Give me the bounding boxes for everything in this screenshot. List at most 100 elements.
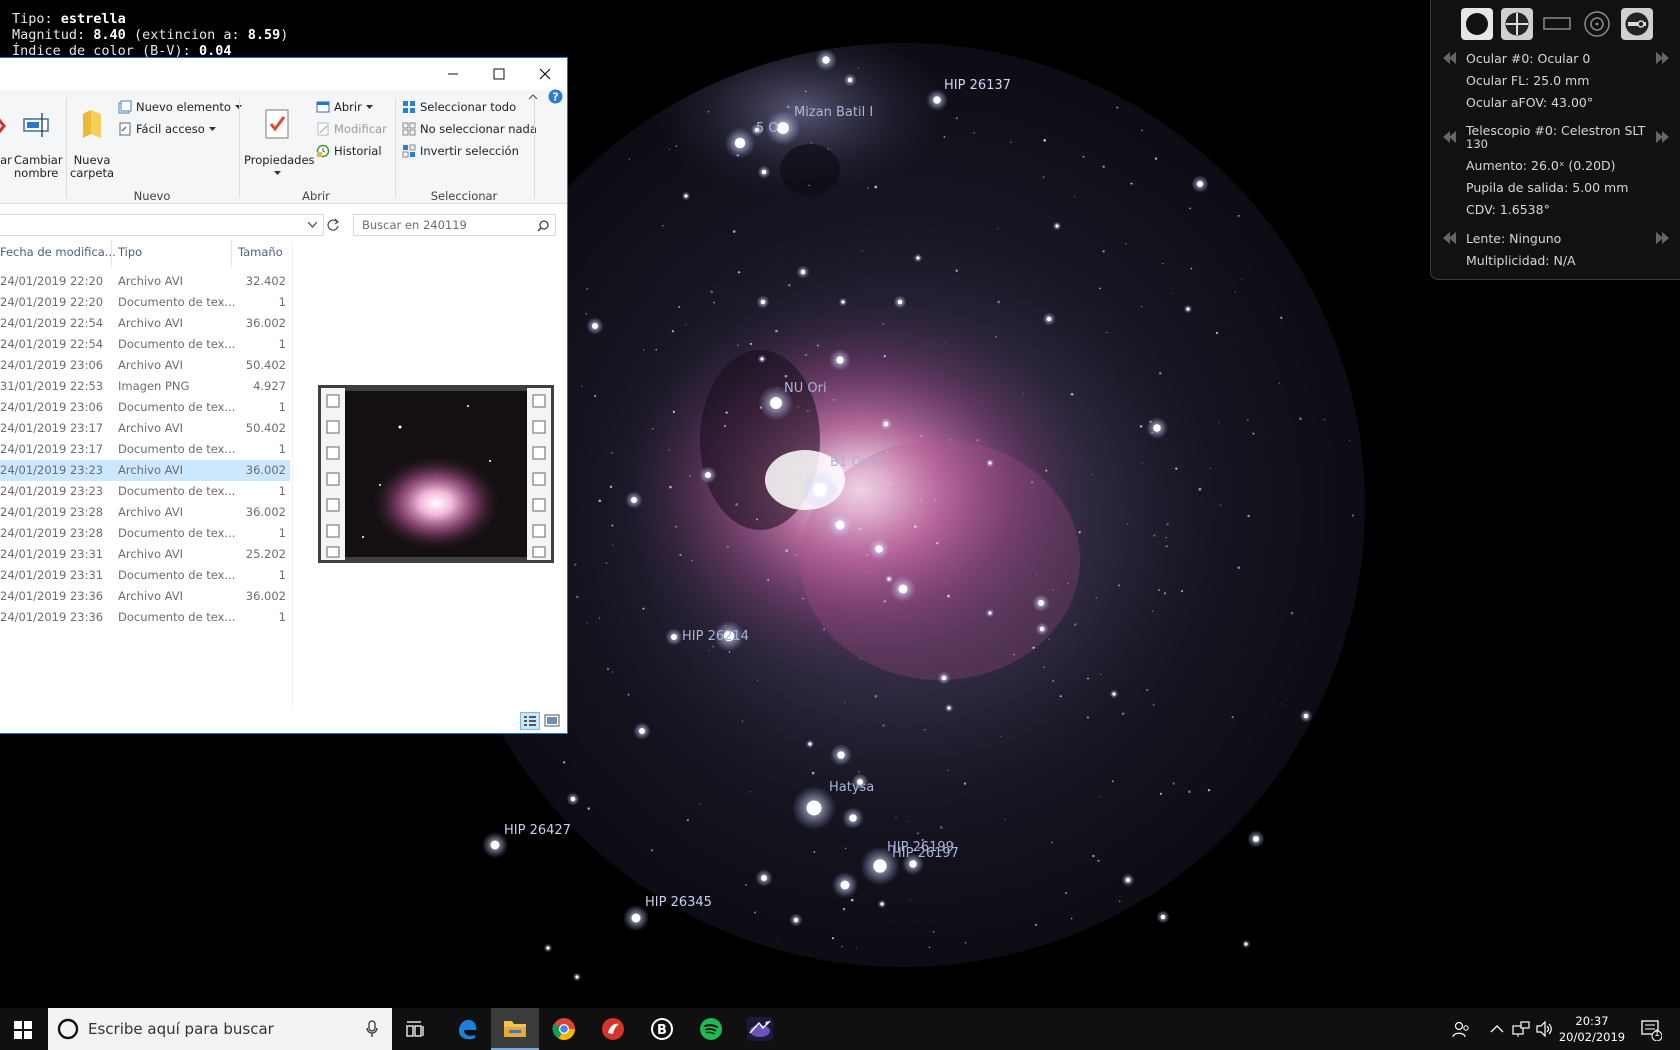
- network-icon[interactable]: [1512, 1020, 1530, 1038]
- search-input[interactable]: Buscar en 240119: [353, 214, 556, 236]
- properties-dropdown-icon[interactable]: [274, 171, 281, 176]
- select-all-button[interactable]: Seleccionar todo: [402, 100, 516, 114]
- prev-lens-icon[interactable]: [1443, 231, 1457, 245]
- easy-access-button[interactable]: Fácil acceso: [118, 122, 216, 136]
- maximize-button[interactable]: [476, 58, 522, 90]
- open-button[interactable]: Abrir: [316, 100, 373, 114]
- history-button[interactable]: Historial: [316, 144, 382, 158]
- file-size: 36.002: [245, 463, 286, 477]
- rename-button[interactable]: Cambiar nombre: [14, 154, 63, 180]
- file-type: Archivo AVI: [118, 463, 184, 477]
- column-date[interactable]: Fecha de modifica...: [0, 245, 116, 259]
- star-label-5-ori[interactable]: 5 O: [756, 121, 779, 136]
- taskbar-app-b[interactable]: B: [638, 1008, 686, 1050]
- file-row[interactable]: 24/01/2019 23:06 Documento de tex... 1: [0, 397, 290, 418]
- file-row[interactable]: 24/01/2019 23:23 Archivo AVI 36.002: [0, 460, 290, 481]
- window-titlebar[interactable]: [0, 58, 567, 90]
- file-date: 24/01/2019 23:06: [0, 400, 104, 414]
- search-icon[interactable]: [537, 220, 549, 232]
- collapse-ribbon-icon[interactable]: [527, 91, 539, 103]
- file-list[interactable]: Fecha de modifica... Tipo Tamaño 24/01/2…: [0, 241, 293, 733]
- telrad-button[interactable]: [1581, 8, 1613, 40]
- ribbon: ? ar Cambiar nombre Nueva carpeta Nuevo …: [0, 89, 567, 204]
- edit-label: Modificar: [334, 122, 387, 136]
- new-item-button[interactable]: Nuevo elemento: [118, 100, 242, 114]
- file-row[interactable]: 24/01/2019 23:28 Archivo AVI 36.002: [0, 502, 290, 523]
- column-type[interactable]: Tipo: [118, 245, 142, 259]
- sensor-frame-button[interactable]: [1541, 8, 1573, 40]
- taskbar-edge[interactable]: [443, 1008, 491, 1050]
- volume-icon[interactable]: [1535, 1020, 1553, 1038]
- help-icon[interactable]: ?: [548, 89, 563, 104]
- file-row[interactable]: 24/01/2019 23:23 Documento de tex... 1: [0, 481, 290, 502]
- next-lens-icon[interactable]: [1655, 231, 1669, 245]
- new-folder-icon[interactable]: [79, 108, 105, 140]
- show-hidden-icons-icon[interactable]: [1490, 1024, 1504, 1034]
- prev-ocular-icon[interactable]: [1443, 51, 1457, 65]
- task-view-button[interactable]: [392, 1008, 440, 1050]
- maximize-icon: [493, 68, 505, 80]
- file-row[interactable]: 24/01/2019 22:54 Archivo AVI 36.002: [0, 313, 290, 334]
- star-label-hip-26214[interactable]: HIP 26214: [682, 629, 749, 644]
- taskbar-search-box[interactable]: Escribe aquí para buscar: [48, 1008, 392, 1050]
- ocular-config-button[interactable]: [1621, 8, 1653, 40]
- refresh-icon[interactable]: [326, 218, 340, 232]
- star-label-b1-ori[interactable]: B1 Ori C: [830, 455, 884, 470]
- properties-icon[interactable]: [264, 108, 290, 140]
- ocular-view-button[interactable]: [1461, 8, 1493, 40]
- taskbar-red-app[interactable]: [589, 1008, 637, 1050]
- file-row[interactable]: 24/01/2019 23:28 Documento de tex... 1: [0, 523, 290, 544]
- file-row[interactable]: 24/01/2019 22:20 Archivo AVI 32.402: [0, 271, 290, 292]
- file-row[interactable]: 24/01/2019 23:36 Documento de tex... 1: [0, 607, 290, 628]
- file-row[interactable]: 24/01/2019 23:36 Archivo AVI 36.002: [0, 586, 290, 607]
- delete-button[interactable]: ar: [0, 154, 12, 167]
- details-view-icon[interactable]: [520, 712, 540, 730]
- address-dropdown-icon[interactable]: [308, 222, 317, 228]
- file-date: 24/01/2019 22:54: [0, 337, 104, 351]
- file-size: 50.402: [245, 358, 286, 372]
- file-row[interactable]: 24/01/2019 23:17 Documento de tex... 1: [0, 439, 290, 460]
- windows-start-icon[interactable]: [14, 1021, 32, 1039]
- star-label-hip-26427[interactable]: HIP 26427: [504, 823, 571, 838]
- taskbar-chrome[interactable]: [540, 1008, 588, 1050]
- file-row[interactable]: 24/01/2019 23:17 Archivo AVI 50.402: [0, 418, 290, 439]
- large-icons-view-icon[interactable]: [544, 714, 560, 728]
- rename-icon[interactable]: [22, 110, 50, 140]
- file-row[interactable]: 24/01/2019 23:31 Archivo AVI 25.202: [0, 544, 290, 565]
- oculars-panel: Ocular #0: Ocular 0 Ocular FL: 25.0 mm O…: [1430, 0, 1680, 280]
- edit-button[interactable]: Modificar: [316, 122, 387, 136]
- next-ocular-icon[interactable]: [1655, 51, 1669, 65]
- close-button[interactable]: [522, 58, 567, 90]
- invert-selection-button[interactable]: Invertir selección: [402, 144, 519, 158]
- star-label-hatysa[interactable]: Hatysa: [829, 780, 874, 795]
- delete-icon[interactable]: [0, 112, 6, 140]
- star-label-hip-26137[interactable]: HIP 26137: [944, 78, 1011, 93]
- extinction-close: ): [280, 27, 289, 43]
- star-label-nu-ori[interactable]: NU Ori: [784, 381, 827, 396]
- new-folder-button[interactable]: Nueva carpeta: [70, 154, 114, 180]
- file-row[interactable]: 24/01/2019 22:54 Documento de tex... 1: [0, 334, 290, 355]
- taskbar-spotify[interactable]: [687, 1008, 735, 1050]
- crosshair-button[interactable]: [1501, 8, 1533, 40]
- star-label-hip-26345[interactable]: HIP 26345: [645, 895, 712, 910]
- file-row[interactable]: 31/01/2019 22:53 Imagen PNG 4.927: [0, 376, 290, 397]
- file-row[interactable]: 24/01/2019 23:06 Archivo AVI 50.402: [0, 355, 290, 376]
- select-none-button[interactable]: No seleccionar nada: [402, 122, 537, 136]
- column-size[interactable]: Tamaño: [238, 245, 283, 259]
- taskbar-file-explorer[interactable]: [491, 1008, 539, 1050]
- people-icon[interactable]: [1452, 1020, 1470, 1038]
- star-label-hip-26197[interactable]: HIP 26197: [892, 846, 959, 861]
- telescope-name-cont: 130: [1466, 137, 1488, 151]
- taskbar-stellarium[interactable]: [736, 1008, 784, 1050]
- prev-telescope-icon[interactable]: [1443, 130, 1457, 144]
- next-telescope-icon[interactable]: [1655, 130, 1669, 144]
- dropdown-arrow-icon: [208, 126, 216, 131]
- file-row[interactable]: 24/01/2019 22:20 Documento de tex... 1: [0, 292, 290, 313]
- file-row[interactable]: 24/01/2019 23:31 Documento de tex... 1: [0, 565, 290, 586]
- microphone-icon[interactable]: [366, 1020, 378, 1038]
- minimize-button[interactable]: [430, 58, 476, 90]
- system-clock[interactable]: 20:37 20/02/2019: [1552, 1013, 1632, 1045]
- star-label-mizan-batil[interactable]: Mizan Batil I: [794, 105, 873, 120]
- properties-button[interactable]: Propiedades: [244, 154, 315, 167]
- address-bar[interactable]: [0, 214, 324, 236]
